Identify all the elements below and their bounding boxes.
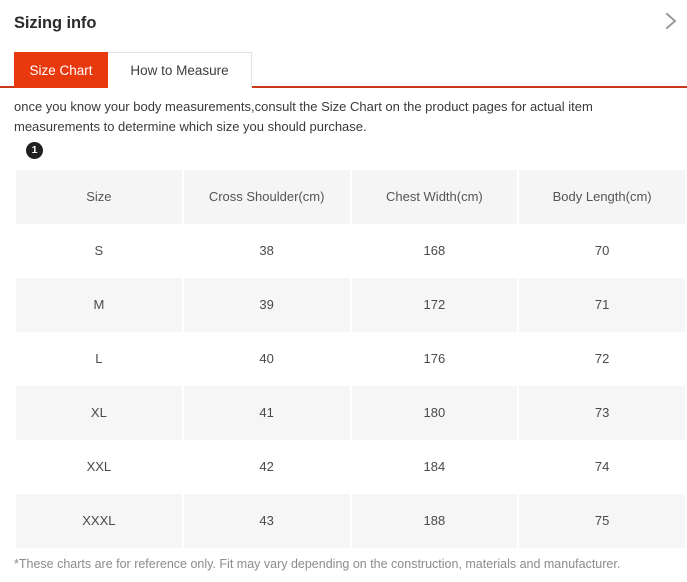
table-header-row: Size Cross Shoulder(cm) Chest Width(cm) … [16,169,685,224]
cell-size: XXXL [16,493,182,548]
size-chart-table: Size Cross Shoulder(cm) Chest Width(cm) … [14,169,687,548]
chevron-right-icon[interactable] [657,6,685,36]
step-badge: 1 [26,141,43,159]
table-row: L 40 176 72 [16,331,685,386]
intro-text: once you know your body measurements,con… [14,99,593,134]
cell-cross-shoulder: 41 [183,385,350,440]
column-header-body-length: Body Length(cm) [519,169,685,224]
tab-size-chart-label: Size Chart [29,62,93,78]
table-row: XL 41 180 73 [16,385,685,440]
cell-size: L [16,331,182,386]
table-body: S 38 168 70 M 39 172 71 L 40 176 72 XL 4… [16,223,685,548]
cell-body-length: 72 [519,331,685,386]
table-row: XXL 42 184 74 [16,439,685,494]
cell-cross-shoulder: 40 [183,331,350,386]
tab-how-to-measure[interactable]: How to Measure [108,52,252,88]
cell-cross-shoulder: 42 [183,439,350,494]
cell-body-length: 73 [519,385,685,440]
table-row: M 39 172 71 [16,277,685,332]
sizing-info-panel: Sizing info Size Chart How to Measure on… [0,0,687,582]
cell-cross-shoulder: 39 [183,277,350,332]
cell-chest-width: 168 [351,223,518,278]
column-header-size: Size [16,169,182,224]
tab-how-to-measure-label: How to Measure [130,63,229,78]
footnote-text: *These charts are for reference only. Fi… [14,556,621,571]
cell-size: M [16,277,182,332]
intro-section: once you know your body measurements,con… [0,88,687,159]
cell-body-length: 70 [519,223,685,278]
cell-chest-width: 184 [351,439,518,494]
cell-size: S [16,223,182,278]
cell-cross-shoulder: 38 [183,223,350,278]
size-chart-table-wrap: Size Cross Shoulder(cm) Chest Width(cm) … [14,169,687,548]
table-header: Size Cross Shoulder(cm) Chest Width(cm) … [16,169,685,224]
cell-body-length: 75 [519,493,685,548]
cell-body-length: 71 [519,277,685,332]
column-header-chest-width: Chest Width(cm) [351,169,518,224]
page-title: Sizing info [14,13,97,32]
cell-chest-width: 176 [351,331,518,386]
cell-chest-width: 188 [351,493,518,548]
cell-chest-width: 172 [351,277,518,332]
table-row: XXXL 43 188 75 [16,493,685,548]
table-row: S 38 168 70 [16,223,685,278]
panel-header: Sizing info [0,0,687,46]
tab-size-chart[interactable]: Size Chart [14,52,108,88]
cell-size: XL [16,385,182,440]
tab-bar: Size Chart How to Measure [0,46,687,88]
cell-chest-width: 180 [351,385,518,440]
cell-size: XXL [16,439,182,494]
cell-body-length: 74 [519,439,685,494]
column-header-cross-shoulder: Cross Shoulder(cm) [183,169,350,224]
cell-cross-shoulder: 43 [183,493,350,548]
